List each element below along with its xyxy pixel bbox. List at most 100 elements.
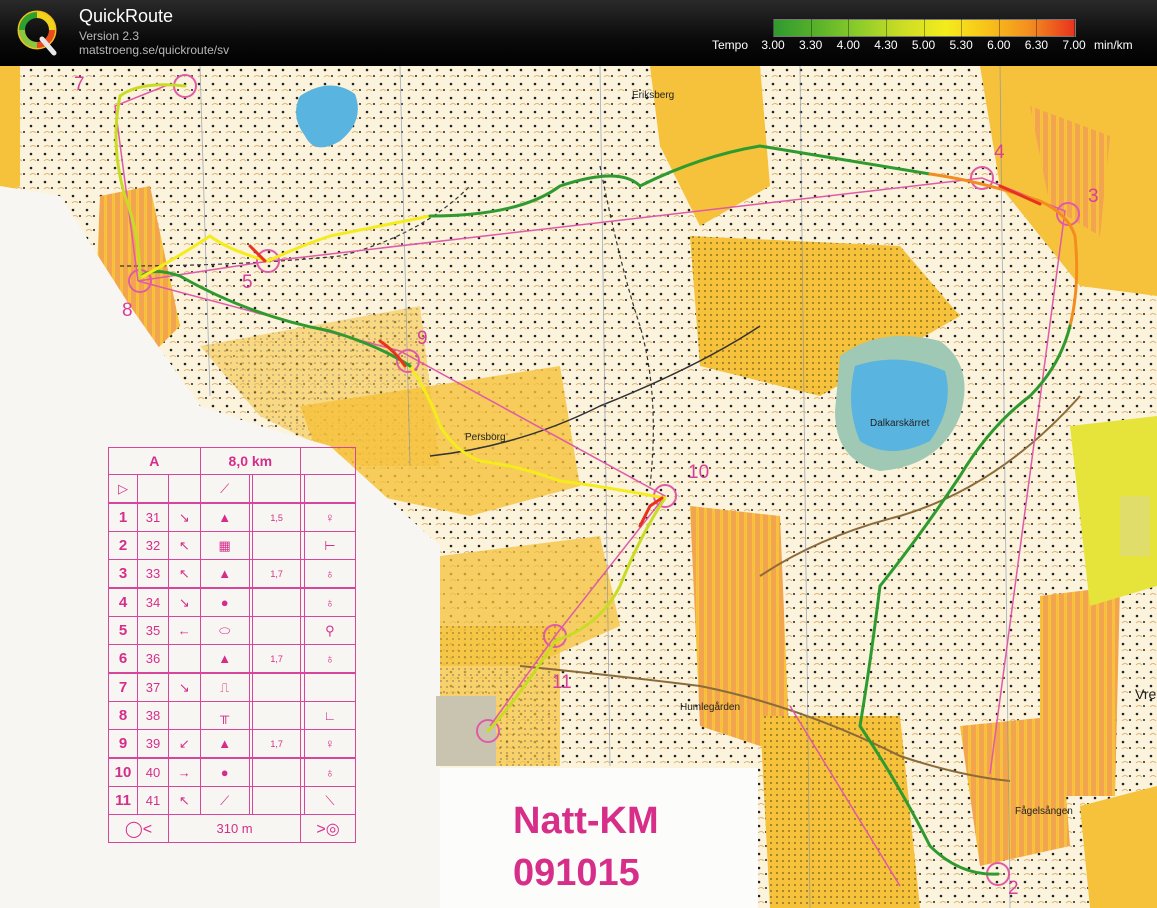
direction-symbol-icon: → bbox=[168, 757, 201, 787]
finish-circle-icon: >◎ bbox=[300, 814, 356, 843]
description-row: 6 36 ▲ 1,7 ♁ bbox=[108, 644, 357, 674]
dimension-value bbox=[252, 531, 302, 560]
feature-symbol-icon: ⬭ bbox=[199, 616, 250, 645]
feature-symbol-icon: ▦ bbox=[199, 531, 250, 560]
direction-symbol-icon: ↙ bbox=[168, 729, 201, 759]
control-order: 3 bbox=[108, 559, 138, 589]
description-row: 11 41 ↖ ⟋ ⟍ bbox=[108, 786, 357, 815]
description-row: 7 37 ↘ ⎍ bbox=[108, 672, 357, 702]
description-row: 10 40 → ● ♁ bbox=[108, 757, 357, 787]
direction-symbol-icon bbox=[168, 701, 201, 730]
control-order: 5 bbox=[108, 616, 138, 645]
finish-distance: 310 m bbox=[167, 814, 302, 843]
control-code: 41 bbox=[137, 786, 169, 815]
control-number: 9 bbox=[417, 328, 428, 349]
quickroute-logo-icon bbox=[17, 10, 57, 56]
direction-symbol-icon: ↘ bbox=[168, 502, 201, 532]
tempo-tick-label: 3.30 bbox=[798, 38, 823, 52]
location-symbol-icon: ⚲ bbox=[303, 616, 357, 645]
place-name-humlegarden: Humlegården bbox=[680, 702, 741, 713]
location-symbol-icon: ⟍ bbox=[303, 786, 357, 815]
tempo-tick-mark bbox=[1036, 19, 1038, 37]
control-order: 8 bbox=[108, 701, 138, 730]
tempo-tick-mark bbox=[885, 19, 887, 37]
direction-symbol-icon bbox=[168, 644, 201, 674]
tempo-tick-label: 4.00 bbox=[836, 38, 860, 52]
tempo-tick-label: 3.00 bbox=[761, 38, 785, 52]
location-symbol-icon: ⊢ bbox=[303, 531, 357, 560]
tempo-label: Tempo bbox=[712, 38, 749, 52]
tempo-tick-mark bbox=[1074, 19, 1075, 37]
control-order: 4 bbox=[108, 587, 138, 617]
feature-symbol-icon: ╥ bbox=[199, 701, 250, 730]
feature-symbol-icon: ⟋ bbox=[199, 786, 250, 815]
control-code: 36 bbox=[137, 644, 169, 674]
description-row: 2 32 ↖ ▦ ⊢ bbox=[108, 531, 357, 560]
dimension-value bbox=[252, 616, 302, 645]
location-symbol-icon: ♁ bbox=[303, 757, 357, 787]
tempo-color-scale bbox=[773, 19, 1076, 37]
tempo-tick-label: 7.00 bbox=[1062, 38, 1086, 52]
tempo-tick-label: 6.00 bbox=[987, 38, 1011, 52]
direction-symbol-icon: ↘ bbox=[168, 587, 201, 617]
feature-symbol-icon: ● bbox=[199, 587, 250, 617]
control-code: 31 bbox=[137, 502, 169, 532]
dimension-value bbox=[252, 587, 302, 617]
location-symbol-icon: ♀ bbox=[303, 729, 357, 759]
place-name-dalkarskarret: Dalkarskärret bbox=[870, 418, 930, 429]
tempo-tick-mark bbox=[961, 19, 963, 37]
place-name-fagelsangen: Fågelsången bbox=[1015, 806, 1073, 817]
tempo-tick-mark bbox=[810, 19, 812, 37]
control-order: 1 bbox=[108, 502, 138, 532]
finish-symbol-icon: ◯< bbox=[108, 814, 169, 843]
event-date: 091015 bbox=[513, 852, 640, 894]
dimension-value: 1,7 bbox=[252, 559, 302, 589]
feature-symbol-icon: ⎍ bbox=[199, 672, 250, 702]
tempo-tick-label: 4.30 bbox=[874, 38, 898, 52]
direction-symbol-icon: ↖ bbox=[168, 531, 201, 560]
control-code: 35 bbox=[137, 616, 169, 645]
place-name-vre: Vre bbox=[1135, 686, 1157, 702]
course-length: 8,0 km bbox=[199, 447, 302, 475]
dimension-value: 1,7 bbox=[252, 729, 302, 759]
app-name: QuickRoute bbox=[79, 6, 174, 26]
description-row: 8 38 ╥ ∟ bbox=[108, 701, 357, 730]
control-number: 7 bbox=[74, 74, 85, 95]
control-number: 2 bbox=[1008, 878, 1019, 899]
control-code: 34 bbox=[137, 587, 169, 617]
location-symbol-icon: ♁ bbox=[303, 587, 357, 617]
feature-symbol-icon: ▲ bbox=[199, 729, 250, 759]
dimension-value bbox=[252, 701, 302, 730]
dimension-value bbox=[252, 757, 302, 787]
app-url: matstroeng.se/quickroute/sv bbox=[79, 43, 230, 57]
direction-symbol-icon: ↖ bbox=[168, 786, 201, 815]
control-code: 37 bbox=[137, 672, 169, 702]
dimension-value bbox=[252, 786, 302, 815]
control-order: 10 bbox=[108, 757, 138, 787]
start-symbol-icon: ▷ bbox=[108, 474, 138, 504]
app-version: Version 2.3 bbox=[79, 29, 140, 43]
control-order: 11 bbox=[108, 786, 138, 815]
open-land-area bbox=[0, 66, 20, 196]
tempo-tick-mark bbox=[998, 19, 1000, 37]
description-rows: 1 31 ↘ ▲ 1,5 ♀ 2 32 ↖ ▦ ⊢ 3 33 ↖ ▲ 1,7 ♁ 4 34 ↘ ● ♁ 5 35 ← ⬭ ⚲ 6 36 ▲… bbox=[108, 502, 357, 815]
control-number: 4 bbox=[994, 142, 1005, 163]
quickroute-window: QuickRoute Version 2.3 matstroeng.se/qui… bbox=[0, 0, 1157, 908]
control-code: 38 bbox=[137, 701, 169, 730]
feature-symbol-icon: ▲ bbox=[199, 644, 250, 674]
control-code: 32 bbox=[137, 531, 169, 560]
control-description-table: A 8,0 km ▷ ⟋ 1 31 ↘ ▲ 1,5 ♀ 2 32 ↖ ▦ ⊢ 3 33 ↖ ▲ 1,7 ♁ 4 34… bbox=[108, 447, 357, 843]
description-row: 9 39 ↙ ▲ 1,7 ♀ bbox=[108, 729, 357, 759]
direction-symbol-icon: ↘ bbox=[168, 672, 201, 702]
control-code: 33 bbox=[137, 559, 169, 589]
control-order: 7 bbox=[108, 672, 138, 702]
control-code: 40 bbox=[137, 757, 169, 787]
tempo-tick-label: 5.00 bbox=[911, 38, 936, 52]
dimension-value: 1,5 bbox=[252, 502, 302, 532]
feature-symbol-icon: ▲ bbox=[199, 502, 250, 532]
settlement-area bbox=[1120, 496, 1150, 556]
location-symbol-icon: ♁ bbox=[303, 559, 357, 589]
location-symbol-icon: ♁ bbox=[303, 644, 357, 674]
control-order: 2 bbox=[108, 531, 138, 560]
place-name-persborg: Persborg bbox=[465, 432, 506, 443]
